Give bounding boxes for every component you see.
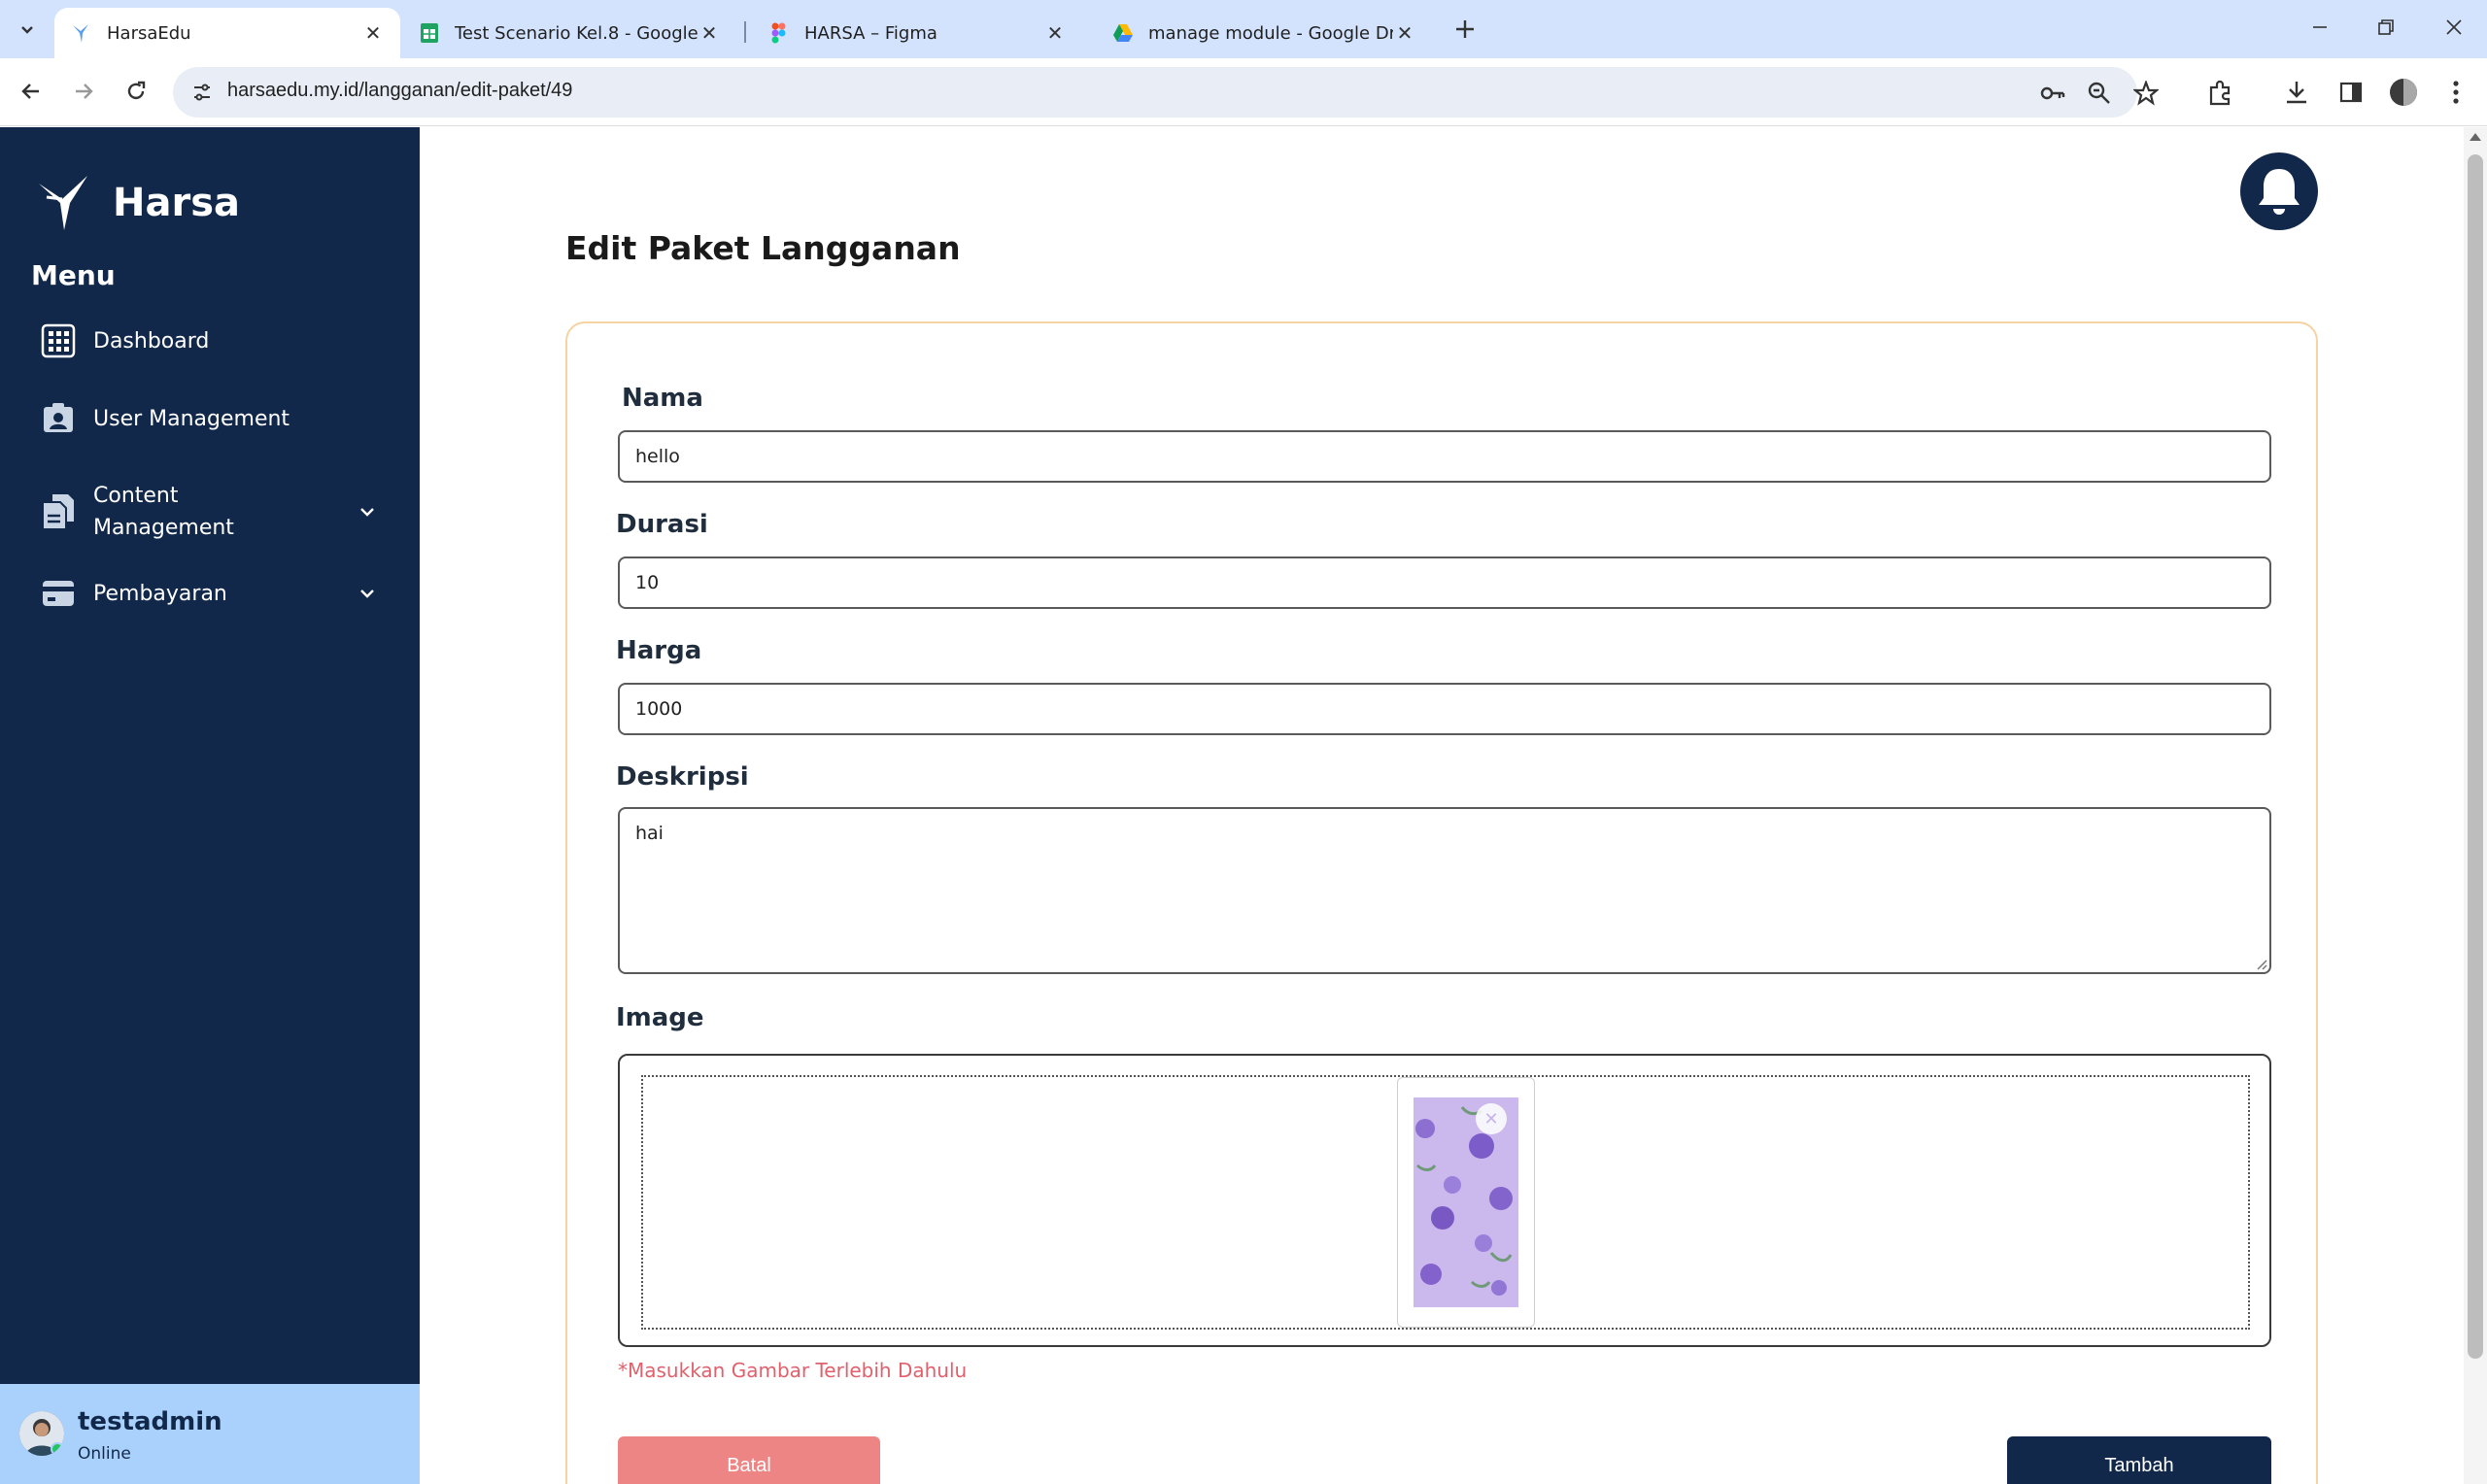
nama-label: Nama (622, 384, 703, 413)
sidebar: Harsa Menu Dashboard User Management Con… (0, 127, 420, 1484)
remove-image-button[interactable]: ✕ (1476, 1103, 1507, 1134)
harga-input[interactable]: 1000 (618, 683, 2271, 735)
profile-avatar-icon[interactable] (2388, 77, 2419, 108)
nama-input[interactable]: hello (618, 430, 2271, 483)
cancel-button[interactable]: Batal (618, 1436, 880, 1484)
tab-separator (744, 21, 746, 43)
scroll-up-icon[interactable] (2470, 133, 2481, 141)
harsa-bird-icon (70, 21, 93, 45)
site-info-icon[interactable] (188, 79, 216, 106)
url-text: harsaedu.my.id/langganan/edit-paket/49 (227, 80, 573, 101)
new-tab-button[interactable] (1446, 12, 1484, 47)
submit-button[interactable]: Tambah (2007, 1436, 2271, 1484)
online-status-dot (51, 1442, 64, 1456)
download-icon[interactable] (2281, 77, 2312, 108)
close-icon[interactable]: ✕ (698, 21, 721, 45)
deskripsi-textarea[interactable]: hai (618, 807, 2271, 974)
resize-grip-icon[interactable] (2254, 957, 2267, 970)
browser-tab-bar: HarsaEdu ✕ Test Scenario Kel.8 - Google … (0, 0, 2487, 58)
chevron-down-icon[interactable] (356, 500, 379, 523)
back-button[interactable] (12, 72, 51, 111)
close-icon[interactable]: ✕ (1393, 21, 1416, 45)
close-icon[interactable]: ✕ (361, 21, 385, 45)
image-required-hint: *Masukkan Gambar Terlebih Dahulu (618, 1359, 968, 1382)
key-icon[interactable] (2038, 79, 2067, 108)
sidebar-item-label: User Management (93, 406, 290, 431)
tab-google-drive[interactable]: manage module - Google Drive ✕ (1096, 8, 1432, 58)
close-icon[interactable]: ✕ (1043, 21, 1067, 45)
bell-icon (2259, 169, 2300, 215)
reload-button[interactable] (117, 72, 155, 111)
scroll-thumb[interactable] (2468, 154, 2483, 1359)
sidebar-item-label: Dashboard (93, 328, 210, 354)
harsa-bird-icon (39, 176, 87, 230)
notification-button[interactable] (2240, 152, 2318, 230)
arrow-right-icon (76, 84, 93, 99)
star-icon[interactable] (2131, 79, 2161, 108)
image-dropzone[interactable]: ✕ (641, 1075, 2250, 1330)
menu-title: Menu (31, 259, 116, 291)
zoom-icon[interactable] (2085, 79, 2114, 108)
page-title: Edit Paket Langganan (565, 229, 961, 267)
brand-name: Harsa (113, 181, 240, 225)
image-upload-area[interactable]: ✕ (618, 1054, 2271, 1347)
sidebar-item-content-management[interactable]: Content Management (39, 473, 389, 551)
sidebar-item-pembayaran[interactable]: Pembayaran (39, 574, 389, 613)
credit-card-icon (39, 574, 78, 613)
reload-icon (127, 81, 146, 100)
extensions-icon[interactable] (2205, 77, 2236, 108)
tab-harsaedu[interactable]: HarsaEdu ✕ (54, 8, 400, 58)
tab-title: Test Scenario Kel.8 - Google Sp (455, 22, 698, 44)
google-sheets-icon (418, 21, 441, 45)
image-label: Image (616, 1003, 704, 1032)
brand-logo[interactable]: Harsa (37, 174, 240, 232)
id-card-icon (39, 399, 78, 438)
minimize-icon (2313, 26, 2327, 28)
sidebar-item-dashboard[interactable]: Dashboard (39, 321, 389, 360)
documents-icon (39, 492, 78, 531)
page-scrollbar[interactable] (2464, 127, 2487, 1484)
deskripsi-label: Deskripsi (616, 762, 749, 792)
chevron-down-icon[interactable] (356, 582, 379, 605)
minimize-button[interactable] (2297, 8, 2343, 47)
close-window-button[interactable] (2431, 8, 2477, 47)
sidebar-item-label: Pembayaran (93, 581, 227, 606)
close-icon: ✕ (1483, 1108, 1499, 1130)
deskripsi-value: hai (635, 823, 664, 844)
plus-icon (1456, 20, 1474, 38)
restore-icon (2378, 19, 2394, 35)
edit-package-form: Nama hello Durasi 10 Harga 1000 Deskrips… (565, 321, 2318, 1484)
tab-figma[interactable]: HARSA – Figma ✕ (752, 8, 1082, 58)
sidebar-item-label: Content Management (93, 484, 234, 540)
user-profile-box[interactable]: testadmin Online (0, 1384, 420, 1484)
more-options-icon[interactable] (2440, 77, 2471, 108)
side-panel-icon[interactable] (2335, 77, 2367, 108)
figma-icon (767, 21, 791, 45)
username: testadmin (78, 1407, 222, 1436)
close-icon (2446, 19, 2462, 35)
durasi-label: Durasi (616, 510, 708, 539)
tab-title: HarsaEdu (107, 22, 191, 44)
tab-search-button[interactable] (10, 12, 45, 47)
image-preview-card: ✕ (1397, 1077, 1535, 1328)
tab-test-scenario[interactable]: Test Scenario Kel.8 - Google Sp ✕ (402, 8, 736, 58)
tab-title: HARSA – Figma (804, 22, 937, 44)
sidebar-item-user-management[interactable]: User Management (39, 399, 389, 438)
arrow-left-icon (21, 84, 39, 99)
user-status: Online (78, 1444, 131, 1464)
tab-title: manage module - Google Drive (1148, 22, 1393, 44)
forward-button[interactable] (64, 72, 103, 111)
durasi-input[interactable]: 10 (618, 556, 2271, 609)
restore-button[interactable] (2363, 8, 2409, 47)
browser-toolbar: harsaedu.my.id/langganan/edit-paket/49 (0, 58, 2487, 126)
google-drive-icon (1111, 21, 1135, 45)
chevron-down-icon (21, 26, 33, 34)
grid-icon (39, 321, 78, 360)
address-bar[interactable]: harsaedu.my.id/langganan/edit-paket/49 (173, 67, 2159, 118)
harga-label: Harga (616, 636, 702, 665)
avatar (19, 1411, 64, 1456)
